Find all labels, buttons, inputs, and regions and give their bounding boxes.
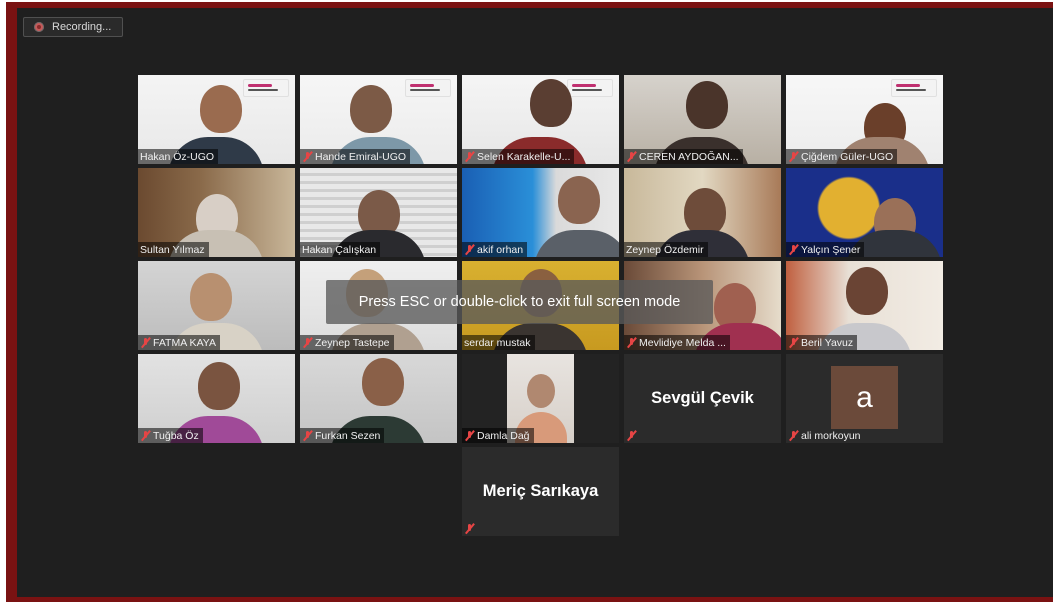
muted-mic-icon (140, 337, 151, 348)
participant-name: Hakan Öz-UGO (140, 150, 215, 163)
participant-tile[interactable]: a ali morkoyun (786, 354, 943, 443)
muted-mic-icon (140, 430, 151, 441)
muted-mic-icon (464, 430, 475, 441)
window-frame: Recording... Hakan Öz-UGO Hande Emiral-U… (6, 2, 1053, 602)
participant-name-bar: Selen Karakelle-U... (462, 149, 575, 164)
participant-name: Zeynep Özdemir (626, 243, 704, 256)
recording-indicator[interactable]: Recording... (23, 17, 123, 37)
participant-name-bar: Sultan Yılmaz (138, 242, 209, 257)
participant-name-bar: Hande Emiral-UGO (300, 149, 411, 164)
muted-mic-icon (788, 430, 799, 441)
participant-name-bar: Mevlidiye Melda ... (624, 335, 730, 350)
participant-name: Beril Yavuz (801, 336, 854, 349)
participant-name-bar: Beril Yavuz (786, 335, 858, 350)
participant-name-bar: akif orhan (462, 242, 528, 257)
participant-name: Zeynep Tastepe (315, 336, 390, 349)
muted-mic-icon (302, 337, 313, 348)
participant-name: serdar mustak (464, 336, 531, 349)
ugo-logo (567, 79, 613, 97)
participant-tile[interactable]: Tuğba Öz (138, 354, 295, 443)
participant-name-bar: Zeynep Tastepe (300, 335, 394, 350)
participant-name-bar: Hakan Çalışkan (300, 242, 381, 257)
participant-name: CEREN AYDOĞAN... (639, 150, 739, 163)
participant-tile[interactable]: akif orhan (462, 168, 619, 257)
avatar: a (831, 366, 898, 429)
participant-tile-video-off[interactable]: Sevgül Çevik (624, 354, 781, 443)
participant-tile[interactable]: Furkan Sezen (300, 354, 457, 443)
participant-name: Furkan Sezen (315, 429, 381, 442)
participant-name-bar: Yalçın Şener (786, 242, 865, 257)
participant-name: Selen Karakelle-U... (477, 150, 571, 163)
participant-tile[interactable]: Selen Karakelle-U... (462, 75, 619, 164)
participant-display-name: Meriç Sarıkaya (482, 482, 599, 500)
ugo-logo (405, 79, 451, 97)
muted-mic-icon (302, 151, 313, 162)
muted-mic-icon (464, 523, 475, 534)
participant-tile[interactable]: Zeynep Özdemir (624, 168, 781, 257)
participant-tile[interactable]: Hande Emiral-UGO (300, 75, 457, 164)
participant-name-bar (624, 428, 641, 443)
muted-mic-icon (788, 151, 799, 162)
participant-name: akif orhan (477, 243, 524, 256)
muted-mic-icon (626, 430, 637, 441)
participant-name: Çiğdem Güler-UGO (801, 150, 894, 163)
participant-tile[interactable]: Damla Dağ (462, 354, 619, 443)
record-dot-icon (34, 22, 44, 32)
recording-label: Recording... (52, 21, 112, 33)
participant-name: Mevlidiye Melda ... (639, 336, 726, 349)
muted-mic-icon (464, 151, 475, 162)
participant-name: FATMA KAYA (153, 336, 217, 349)
participant-tile-active-speaker[interactable]: Hakan Çalışkan (300, 168, 457, 257)
participant-name: Damla Dağ (477, 429, 530, 442)
muted-mic-icon (626, 337, 637, 348)
participant-name-bar: Hakan Öz-UGO (138, 149, 219, 164)
participant-name-bar: Damla Dağ (462, 428, 534, 443)
participant-name-bar: ali morkoyun (786, 428, 865, 443)
muted-mic-icon (788, 337, 799, 348)
fullscreen-exit-hint: Press ESC or double-click to exit full s… (326, 280, 713, 324)
participant-name: Hakan Çalışkan (302, 243, 377, 256)
muted-mic-icon (626, 151, 637, 162)
participant-name-bar: Furkan Sezen (300, 428, 385, 443)
participant-name-bar: FATMA KAYA (138, 335, 221, 350)
participant-tile[interactable]: Yalçın Şener (786, 168, 943, 257)
participant-tile[interactable]: Çiğdem Güler-UGO (786, 75, 943, 164)
participant-name-bar: Zeynep Özdemir (624, 242, 708, 257)
participant-name-bar: Çiğdem Güler-UGO (786, 149, 898, 164)
muted-mic-icon (302, 430, 313, 441)
participant-name: Sultan Yılmaz (140, 243, 205, 256)
participant-tile[interactable]: Sultan Yılmaz (138, 168, 295, 257)
participant-name-bar: CEREN AYDOĞAN... (624, 149, 743, 164)
participant-tile-video-off[interactable]: Meriç Sarıkaya (462, 447, 619, 536)
participant-display-name: Sevgül Çevik (651, 389, 754, 407)
muted-mic-icon (788, 244, 799, 255)
participant-name: Yalçın Şener (801, 243, 861, 256)
participant-tile[interactable]: Beril Yavuz (786, 261, 943, 350)
participant-tile[interactable]: CEREN AYDOĞAN... (624, 75, 781, 164)
participant-name: ali morkoyun (801, 429, 861, 442)
ugo-logo (891, 79, 937, 97)
participant-name: Hande Emiral-UGO (315, 150, 407, 163)
participant-name: Tuğba Öz (153, 429, 199, 442)
video-gallery: Recording... Hakan Öz-UGO Hande Emiral-U… (17, 8, 1053, 597)
participant-name-bar: Tuğba Öz (138, 428, 203, 443)
muted-mic-icon (464, 244, 475, 255)
participant-tile[interactable]: Hakan Öz-UGO (138, 75, 295, 164)
participant-tile[interactable]: FATMA KAYA (138, 261, 295, 350)
participant-name-bar (462, 521, 479, 536)
ugo-logo (243, 79, 289, 97)
participant-name-bar: serdar mustak (462, 335, 535, 350)
